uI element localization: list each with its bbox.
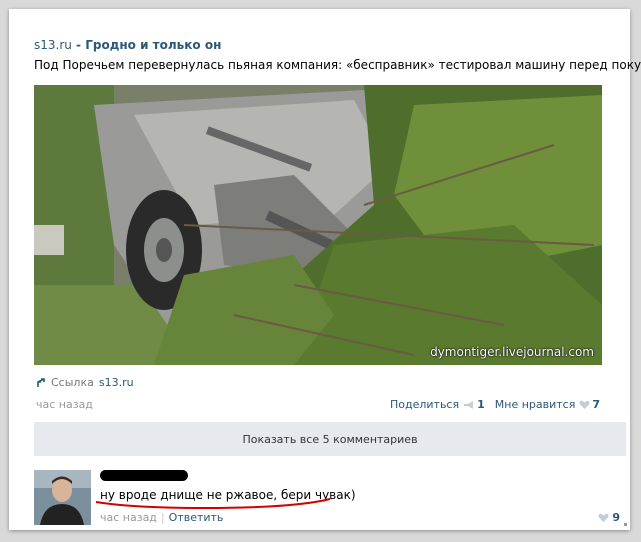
show-all-comments-button[interactable]: Показать все 5 комментариев (34, 422, 626, 456)
megaphone-icon[interactable] (463, 400, 475, 410)
post-text: Под Поречьем перевернулась пьяная компан… (34, 58, 641, 72)
link-label: Ссылка (51, 376, 94, 389)
comment-timestamp[interactable]: час назад (100, 511, 157, 524)
like-button[interactable]: Мне нравится (495, 398, 576, 411)
arrow-icon (37, 377, 45, 387)
post-actions: Поделиться 1 Мне нравится 7 (390, 398, 600, 411)
redacted-author-name (100, 470, 188, 481)
post-card: s13.ru - Гродно и только он Под Поречьем… (9, 9, 641, 530)
image-watermark: dymontiger.livejournal.com (430, 345, 594, 359)
comment-meta: час назад | Ответить (100, 511, 223, 524)
source-link[interactable]: s13.ru (34, 38, 72, 52)
share-button[interactable]: Поделиться (390, 398, 459, 411)
post-image[interactable]: dymontiger.livejournal.com (34, 85, 602, 365)
comment: ну вроде днище не ржавое, бери чувак) ча… (34, 468, 626, 528)
link-domain[interactable]: s13.ru (99, 376, 134, 389)
overturned-car-photo (34, 85, 602, 365)
share-count: 1 (477, 398, 485, 411)
corner-dot (624, 523, 627, 526)
meta-separator: | (160, 511, 165, 524)
comment-like-count: 9 (612, 511, 620, 524)
avatar[interactable] (34, 470, 91, 525)
heart-icon[interactable] (579, 400, 590, 410)
like-count: 7 (592, 398, 600, 411)
community-name[interactable]: - Гродно и только он (72, 38, 221, 52)
post-title: s13.ru - Гродно и только он (34, 38, 221, 52)
comment-like-button[interactable]: 9 (598, 511, 620, 524)
attached-link[interactable]: Ссылка s13.ru (36, 376, 134, 389)
avatar-photo (34, 470, 91, 525)
reply-button[interactable]: Ответить (169, 511, 224, 524)
heart-icon (598, 513, 609, 522)
post-timestamp[interactable]: час назад (36, 398, 93, 411)
